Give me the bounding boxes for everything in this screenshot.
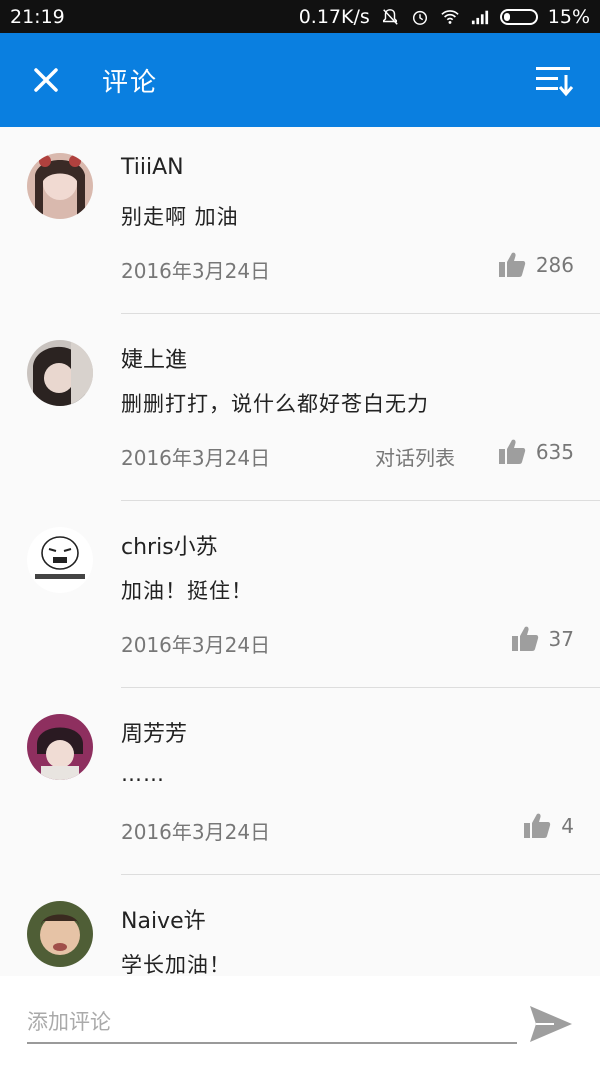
comment-list[interactable]: TiiiAN 别走啊 加油 2016年3月24日 286 婕上進 删删打打，说什… [0, 127, 600, 976]
signal-icon [471, 10, 488, 24]
comment-text: …… [121, 762, 165, 786]
thumbs-up-icon [511, 626, 538, 651]
avatar-photo [27, 153, 93, 219]
avatar[interactable] [27, 901, 93, 967]
comment-item: TiiiAN 别走啊 加油 2016年3月24日 286 [0, 127, 600, 314]
close-button[interactable] [0, 33, 92, 127]
avatar-photo [27, 527, 93, 593]
comment-text: 删删打打，说什么都好苍白无力 [121, 392, 429, 416]
comment-bar [0, 976, 600, 1066]
comment-input[interactable] [27, 1002, 517, 1044]
avatar[interactable] [27, 714, 93, 780]
send-button[interactable] [528, 1004, 574, 1044]
comment-text: 别走啊 加油 [121, 205, 239, 229]
like-button[interactable]: 286 [498, 251, 574, 279]
send-icon [530, 1006, 572, 1042]
wifi-icon [441, 9, 459, 24]
comment-item: 婕上進 删删打打，说什么都好苍白无力 2016年3月24日 对话列表 635 [0, 314, 600, 501]
comment-text: 学长加油！ [121, 953, 231, 976]
comment-date: 2016年3月24日 [121, 259, 271, 283]
thumbs-up-icon [498, 439, 525, 464]
alarm-icon [412, 10, 427, 25]
avatar[interactable] [27, 153, 93, 219]
like-count: 286 [535, 253, 574, 277]
like-button[interactable]: 4 [523, 812, 574, 840]
like-button[interactable]: 635 [498, 438, 574, 466]
comment-author[interactable]: Naive许 [121, 903, 206, 935]
like-button[interactable]: 37 [511, 625, 574, 653]
comment-date: 2016年3月24日 [121, 820, 271, 844]
avatar[interactable] [27, 340, 93, 406]
battery-level: 15% [547, 5, 590, 28]
status-bar: 21:19 0.17K/s 15% [0, 0, 600, 33]
comment-item: Naive许 学长加油！ [0, 875, 600, 976]
close-icon [34, 68, 58, 92]
battery-icon [499, 8, 538, 25]
comment-date: 2016年3月24日 [121, 446, 271, 470]
status-right: 0.17K/s 15% [299, 6, 590, 28]
comment-item: 周芳芳 …… 2016年3月24日 4 [0, 688, 600, 875]
thumbs-up-icon [524, 813, 551, 838]
like-count: 37 [548, 627, 574, 651]
dialog-list-link[interactable]: 对话列表 [375, 442, 455, 471]
sort-icon [536, 67, 574, 97]
avatar-photo [27, 714, 93, 780]
comment-text: 加油！挺住！ [121, 579, 253, 603]
avatar[interactable] [27, 527, 93, 593]
comment-item: chris小苏 加油！挺住！ 2016年3月24日 37 [0, 501, 600, 688]
comment-date: 2016年3月24日 [121, 633, 271, 657]
network-speed: 0.17K/s [298, 5, 370, 28]
comment-author[interactable]: chris小苏 [121, 529, 218, 561]
mute-icon [382, 8, 398, 25]
thumbs-up-icon [498, 252, 525, 277]
page-title: 评论 [102, 67, 159, 98]
comment-author[interactable]: 周芳芳 [121, 716, 187, 748]
app-bar: 评论 [0, 33, 600, 127]
avatar-photo [27, 340, 93, 406]
comment-author[interactable]: TiiiAN [121, 155, 184, 180]
like-count: 4 [561, 814, 574, 838]
like-count: 635 [535, 440, 574, 464]
status-time: 21:19 [10, 5, 65, 28]
avatar-photo [27, 901, 93, 967]
comment-author[interactable]: 婕上進 [121, 342, 187, 374]
sort-button[interactable] [508, 33, 600, 127]
